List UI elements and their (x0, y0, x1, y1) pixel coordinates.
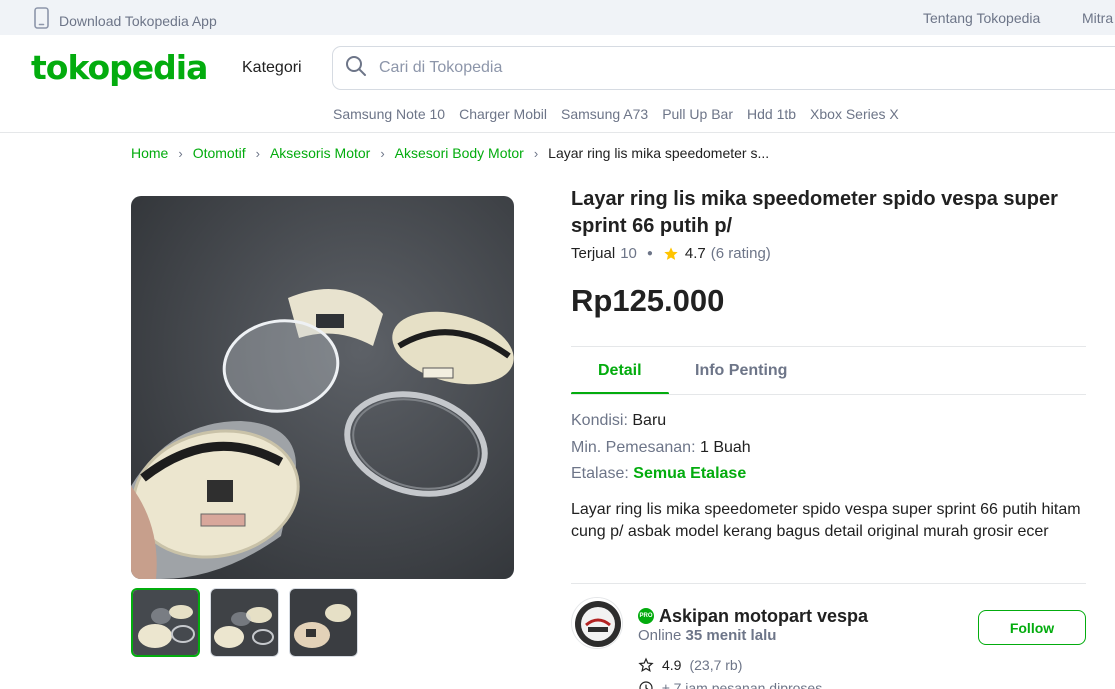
breadcrumb-aksesori-body-motor[interactable]: Aksesori Body Motor (395, 145, 524, 161)
tabs-divider (571, 394, 1086, 395)
shop-divider (571, 583, 1086, 584)
etalase-link[interactable]: Semua Etalase (633, 465, 746, 482)
suggestion-link[interactable]: Hdd 1tb (747, 106, 796, 122)
suggestion-link[interactable]: Xbox Series X (810, 106, 899, 122)
shop-rating-count: (23,7 rb) (689, 657, 743, 673)
shop-avatar[interactable] (571, 597, 623, 649)
breadcrumb: Home › Otomotif › Aksesoris Motor › Akse… (131, 145, 769, 161)
spec-key: Kondisi: (571, 412, 628, 429)
sold-count: 10 (620, 245, 637, 262)
tab-info-penting[interactable]: Info Penting (695, 362, 787, 380)
spec-min-order: Min. Pemesanan: 1 Buah (571, 439, 751, 457)
chevron-right-icon: › (178, 145, 183, 161)
shop-rating-value: 4.9 (662, 657, 682, 673)
online-time: 35 menit lalu (685, 627, 777, 644)
search-icon (345, 55, 367, 82)
tab-detail[interactable]: Detail (598, 362, 642, 380)
shop-name[interactable]: Askipan motopart vespa (659, 606, 868, 627)
search-placeholder: Cari di Tokopedia (379, 59, 503, 76)
header-divider (0, 132, 1115, 133)
shop-rating: 4.9 (23,7 rb) (638, 657, 742, 673)
suggestion-link[interactable]: Samsung A73 (561, 106, 648, 122)
star-icon (663, 246, 679, 262)
spec-kondisi: Kondisi: Baru (571, 412, 666, 430)
clock-icon (638, 680, 654, 689)
product-tabs: Detail Info Penting (571, 347, 1086, 395)
product-rating-count[interactable]: (6 rating) (711, 245, 771, 262)
star-outline-icon (638, 657, 654, 673)
product-description: Layar ring lis mika speedometer spido ve… (571, 501, 1081, 540)
product-title: Layar ring lis mika speedometer spido ve… (571, 188, 1058, 237)
follow-button[interactable]: Follow (978, 610, 1086, 645)
pro-badge: PRO (638, 608, 654, 624)
search-suggestions: Samsung Note 10 Charger Mobil Samsung A7… (333, 106, 899, 122)
spec-key: Min. Pemesanan: (571, 439, 696, 456)
spec-etalase: Etalase: Semua Etalase (571, 465, 746, 483)
tokopedia-logo[interactable]: tokopedia (31, 48, 208, 87)
about-link[interactable]: Tentang Tokopedia (923, 10, 1040, 26)
chevron-right-icon: › (380, 145, 385, 161)
product-thumbnails (131, 588, 358, 657)
chevron-right-icon: › (533, 145, 539, 161)
product-thumbnail[interactable] (289, 588, 358, 657)
spec-key: Etalase: (571, 465, 629, 482)
breadcrumb-current: Layar ring lis mika speedometer s... (548, 145, 770, 161)
product-rating: 4.7 (684, 245, 706, 262)
mitra-link[interactable]: Mitra (1082, 10, 1113, 26)
download-app-link[interactable]: Download Tokopedia App (34, 7, 217, 34)
download-app-label: Download Tokopedia App (59, 12, 217, 29)
search-input[interactable]: Cari di Tokopedia (332, 46, 1115, 90)
sold-label: Terjual (571, 245, 616, 262)
shop-process-time: ± 7 jam pesanan diproses (638, 680, 822, 689)
shop-status: Online 35 menit lalu (638, 627, 776, 644)
spec-value: Baru (632, 412, 667, 429)
product-thumbnail[interactable] (131, 588, 200, 657)
product-meta: Terjual 10 ● 4.7 (6 rating) (571, 245, 771, 262)
spec-value: 1 Buah (699, 439, 751, 456)
product-main-image[interactable] (131, 196, 514, 579)
category-menu[interactable]: Kategori (242, 59, 302, 77)
suggestion-link[interactable]: Charger Mobil (459, 106, 547, 122)
process-text: ± 7 jam pesanan diproses (662, 680, 823, 689)
product-price: Rp125.000 (571, 283, 725, 318)
separator-dot: ● (646, 248, 653, 259)
suggestion-link[interactable]: Pull Up Bar (662, 106, 733, 122)
phone-icon (34, 7, 49, 34)
suggestion-link[interactable]: Samsung Note 10 (333, 106, 445, 122)
top-bar: Download Tokopedia App Tentang Tokopedia… (0, 0, 1115, 35)
chevron-right-icon: › (255, 145, 260, 161)
online-label: Online (638, 627, 682, 644)
breadcrumb-aksesoris-motor[interactable]: Aksesoris Motor (270, 145, 370, 161)
breadcrumb-home[interactable]: Home (131, 145, 168, 161)
product-thumbnail[interactable] (210, 588, 279, 657)
breadcrumb-otomotif[interactable]: Otomotif (193, 145, 246, 161)
